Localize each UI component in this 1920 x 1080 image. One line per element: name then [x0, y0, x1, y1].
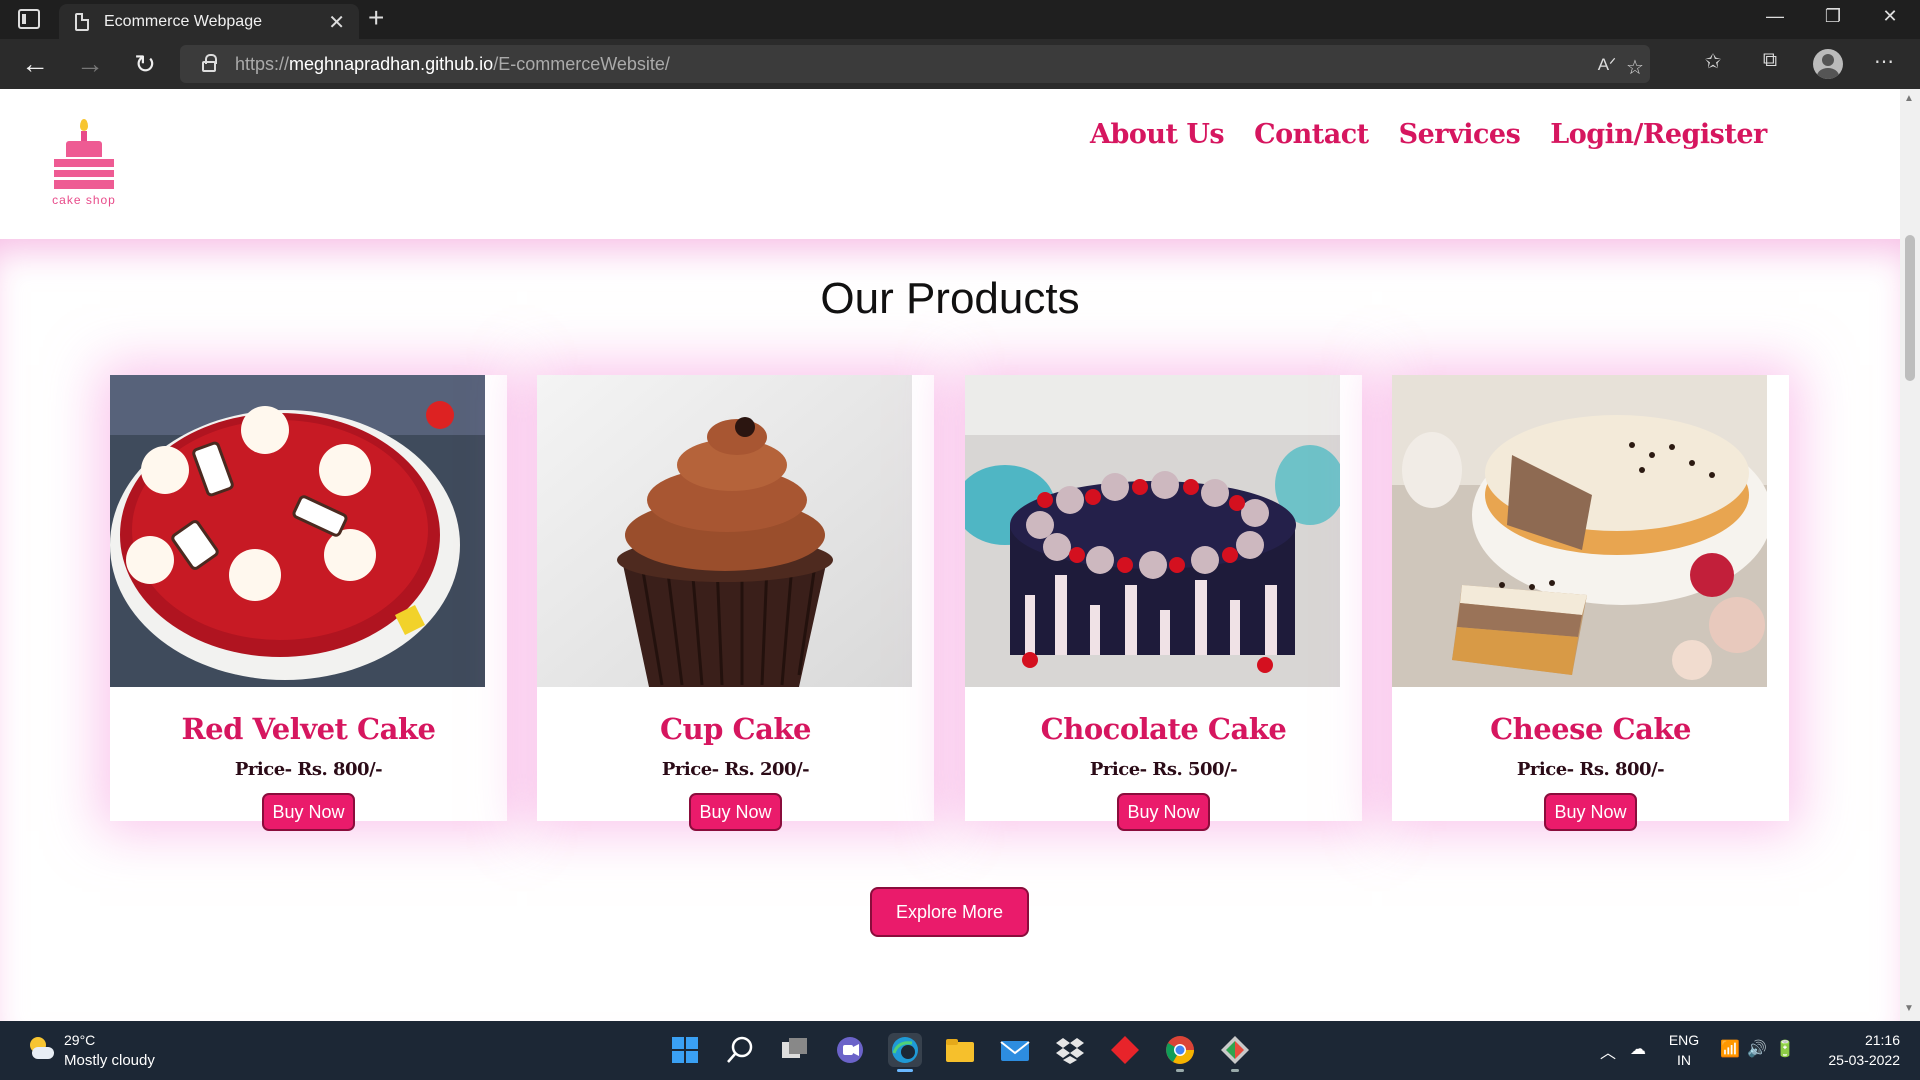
product-card: Red Velvet Cake Price- Rs. 800/- Buy Now: [110, 375, 507, 831]
battery-icon[interactable]: 🔋: [1775, 1039, 1795, 1059]
product-price: Price- Rs. 500/-: [1089, 759, 1238, 780]
weather-icon[interactable]: [26, 1035, 56, 1065]
product-price: Price- Rs. 800/-: [1516, 759, 1665, 780]
onedrive-icon[interactable]: ☁: [1630, 1039, 1646, 1059]
collections-icon[interactable]: ⧉: [1755, 49, 1785, 72]
lock-icon[interactable]: [202, 54, 217, 72]
clock-time[interactable]: 21:16: [1810, 1032, 1900, 1048]
chocolate-cake-image: [965, 375, 1340, 687]
chat-icon[interactable]: [833, 1033, 867, 1067]
nav-about-us[interactable]: About Us: [1090, 119, 1225, 150]
product-price: Price- Rs. 200/-: [661, 759, 810, 780]
red-velvet-cake-image: [110, 375, 485, 687]
chrome-icon[interactable]: [1163, 1033, 1197, 1072]
logo-text: cake shop: [52, 193, 116, 207]
edge-browser-icon[interactable]: [888, 1033, 922, 1072]
show-hidden-icons-icon[interactable]: ︿: [1600, 1039, 1616, 1063]
url-text[interactable]: https://meghnapradhan.github.io/E-commer…: [235, 54, 670, 75]
mail-icon[interactable]: [998, 1033, 1032, 1067]
candle-icon: [81, 131, 87, 141]
read-aloud-icon[interactable]: Aᐟ: [1592, 55, 1622, 75]
dropbox-icon[interactable]: [1053, 1033, 1087, 1067]
buy-now-button[interactable]: Buy Now: [262, 793, 355, 831]
volume-icon[interactable]: 🔊: [1747, 1039, 1767, 1059]
weather-description[interactable]: Mostly cloudy: [64, 1052, 155, 1069]
wifi-icon[interactable]: 📶: [1720, 1039, 1740, 1059]
section-title: Our Products: [820, 274, 1080, 323]
cake-top-tier-icon: [66, 141, 102, 157]
cheese-cake-image: [1392, 375, 1767, 687]
address-toolbar: ← → ↻ https://meghnapradhan.github.io/E-…: [0, 39, 1920, 89]
product-card: Chocolate Cake Price- Rs. 500/- Buy Now: [965, 375, 1362, 831]
page-icon: [75, 13, 89, 31]
minimize-icon[interactable]: —: [1763, 6, 1787, 27]
cake-shop-logo[interactable]: cake shop: [46, 119, 122, 207]
new-tab-icon[interactable]: +: [368, 2, 384, 34]
cake-bottom-tier-icon: [54, 159, 114, 189]
buy-now-button[interactable]: Buy Now: [1544, 793, 1637, 831]
nav-contact[interactable]: Contact: [1254, 119, 1369, 150]
url-bar[interactable]: https://meghnapradhan.github.io/E-commer…: [180, 45, 1650, 83]
product-name: Red Velvet Cake: [181, 712, 436, 746]
browser-tab-bar: Ecommerce Webpage ✕ + — ❐ ✕: [0, 0, 1920, 39]
taskbar: 29°C Mostly cloudy ︿ ☁ ENG IN 📶 🔊 🔋 21:1…: [0, 1021, 1920, 1080]
scroll-thumb[interactable]: [1905, 235, 1915, 381]
language-region[interactable]: IN: [1667, 1052, 1701, 1068]
product-card: Cup Cake Price- Rs. 200/- Buy Now: [537, 375, 934, 831]
start-icon[interactable]: [668, 1033, 702, 1067]
file-explorer-icon[interactable]: [943, 1033, 977, 1067]
buy-now-button[interactable]: Buy Now: [1117, 793, 1210, 831]
app-red-icon[interactable]: [1108, 1033, 1142, 1067]
close-window-icon[interactable]: ✕: [1878, 6, 1902, 27]
back-icon[interactable]: ←: [18, 47, 52, 81]
webpage: cake shop About Us Contact Services Logi…: [0, 89, 1900, 1021]
git-app-icon[interactable]: [1218, 1033, 1252, 1072]
scroll-up-icon[interactable]: ▲: [1904, 93, 1914, 104]
language-code[interactable]: ENG: [1667, 1032, 1701, 1048]
weather-temperature[interactable]: 29°C: [64, 1032, 95, 1048]
refresh-icon[interactable]: ↻: [128, 47, 162, 81]
add-favorite-icon[interactable]: ☆: [1620, 55, 1650, 80]
more-options-icon[interactable]: ⋯: [1869, 49, 1899, 74]
product-name: Chocolate Cake: [1040, 712, 1287, 746]
tab-title: Ecommerce Webpage: [104, 13, 262, 30]
search-icon[interactable]: [723, 1033, 757, 1067]
nav-login-register[interactable]: Login/Register: [1550, 119, 1767, 150]
task-view-icon[interactable]: [778, 1033, 812, 1067]
page-scrollbar[interactable]: ▲ ▼: [1900, 89, 1920, 1021]
main-nav: About Us Contact Services Login/Register: [1090, 119, 1767, 150]
cup-cake-image: [537, 375, 912, 687]
nav-services[interactable]: Services: [1399, 119, 1521, 150]
profile-avatar[interactable]: [1813, 49, 1843, 79]
favorites-icon[interactable]: ✩: [1698, 49, 1728, 74]
scroll-down-icon[interactable]: ▼: [1904, 1003, 1914, 1014]
explore-more-button[interactable]: Explore More: [870, 887, 1029, 937]
product-name: Cup Cake: [660, 712, 811, 746]
product-price: Price- Rs. 800/-: [234, 759, 383, 780]
site-header: cake shop About Us Contact Services Logi…: [0, 89, 1900, 239]
candle-flame-icon: [80, 119, 88, 131]
product-name: Cheese Cake: [1490, 712, 1691, 746]
forward-icon[interactable]: →: [73, 47, 107, 81]
browser-tab[interactable]: Ecommerce Webpage ✕: [59, 4, 359, 39]
tab-actions-icon[interactable]: [18, 9, 40, 29]
restore-icon[interactable]: ❐: [1821, 6, 1845, 27]
clock-date[interactable]: 25-03-2022: [1810, 1052, 1900, 1068]
close-tab-icon[interactable]: ✕: [328, 10, 345, 35]
products-section: Our Products Red Velvet Cake Price- Rs. …: [0, 239, 1900, 1021]
buy-now-button[interactable]: Buy Now: [689, 793, 782, 831]
product-card: Cheese Cake Price- Rs. 800/- Buy Now: [1392, 375, 1789, 831]
